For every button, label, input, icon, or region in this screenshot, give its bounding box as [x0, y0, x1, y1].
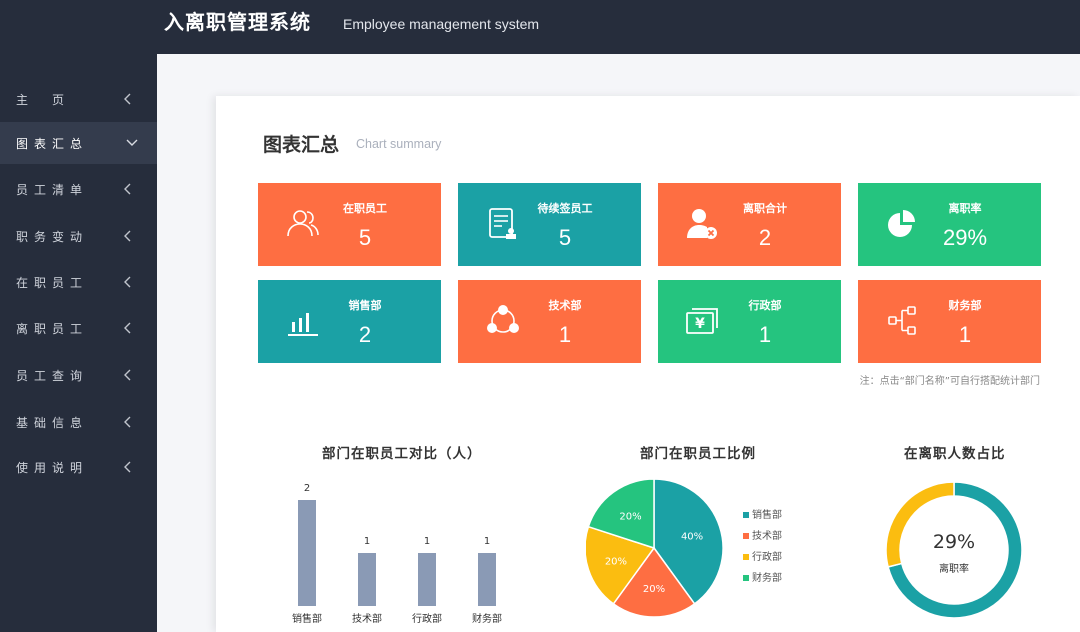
app-header: 入离职管理系统 Employee management system: [0, 0, 1080, 54]
bar-category-label: 技术部: [352, 612, 382, 625]
card-label: 财务部: [948, 299, 982, 312]
sidebar-item-label: 职务变动: [16, 230, 89, 244]
card-label: 销售部: [348, 299, 382, 312]
content-area: 图表汇总 Chart summary 在职员工 5 待续签员工 5 离职合计 2…: [157, 54, 1080, 632]
chevron-left-icon: [124, 230, 131, 242]
chevron-down-icon: [126, 139, 138, 146]
donut-chart: 29% 离职率: [885, 481, 1023, 619]
sidebar-item-employee-list[interactable]: 员工清单: [0, 168, 157, 210]
sidebar-item-chart-summary[interactable]: 图表汇总: [0, 122, 157, 164]
card-label: 离职率: [948, 202, 982, 215]
legend-swatch: [743, 554, 749, 560]
section-subtitle: Chart summary: [356, 137, 442, 151]
donut-segment-1: [885, 481, 955, 568]
card-label: 在职员工: [343, 202, 387, 215]
chart-title-donut: 在离职人数占比: [904, 446, 1006, 462]
pie-slice-label: 40%: [681, 532, 703, 543]
pie-chart: 40% 20% 20% 20% 销售部技术部行政部财务部: [586, 478, 782, 618]
card-dept-tech[interactable]: 技术部 1: [458, 280, 641, 363]
sidebar-item-label: 在职员工: [16, 276, 89, 290]
card-value: 2: [758, 225, 772, 250]
legend-swatch: [743, 533, 749, 539]
section-title: 图表汇总: [263, 134, 340, 156]
sidebar-item-basic-info[interactable]: 基础信息: [0, 401, 157, 443]
legend-label: 技术部: [752, 529, 782, 542]
bar-value-label: 1: [364, 536, 370, 547]
sidebar-item-departed-employees[interactable]: 离职员工: [0, 307, 157, 349]
bar-value-label: 2: [304, 483, 310, 494]
sidebar-item-label: 使用说明: [16, 461, 89, 475]
bar-chart: 2 销售部 1 技术部 1 行政部 1 财务部: [292, 483, 502, 625]
sidebar-item-active-employees[interactable]: 在职员工: [0, 261, 157, 303]
card-dept-admin[interactable]: ¥ 行政部 1: [658, 280, 841, 363]
legend-swatch: [743, 575, 749, 581]
legend-label: 销售部: [752, 508, 782, 521]
bar-category-label: 销售部: [292, 612, 322, 625]
chevron-left-icon: [124, 322, 131, 334]
card-value: 1: [558, 322, 572, 347]
sidebar-item-label: 员工查询: [16, 369, 89, 383]
bar-value-label: 1: [424, 536, 430, 547]
bar-3: [478, 553, 496, 606]
sidebar-item-position-change[interactable]: 职务变动: [0, 215, 157, 257]
sidebar-item-label: 图表汇总: [16, 137, 89, 151]
legend-label: 行政部: [752, 550, 782, 563]
pie-slice-label: 20%: [605, 556, 627, 567]
card-value: 2: [358, 322, 372, 347]
card-active-employees[interactable]: 在职员工 5: [258, 183, 441, 266]
app-title: 入离职管理系统: [164, 10, 311, 34]
pie-slice-label: 20%: [619, 512, 641, 523]
sidebar-item-label: 主 页: [16, 93, 71, 107]
chart-title-pie: 部门在职员工比例: [640, 446, 756, 462]
chevron-left-icon: [124, 416, 131, 428]
card-value: 29%: [942, 225, 988, 250]
card-label: 行政部: [748, 299, 782, 312]
card-dept-finance[interactable]: 财务部 1: [858, 280, 1041, 363]
donut-center-label: 离职率: [939, 562, 969, 575]
chevron-left-icon: [124, 183, 131, 195]
card-departures-total[interactable]: 离职合计 2: [658, 183, 841, 266]
app-subtitle: Employee management system: [343, 16, 540, 32]
card-value: 5: [558, 225, 572, 250]
legend-swatch: [743, 512, 749, 518]
card-turnover-rate[interactable]: 离职率 29%: [858, 183, 1041, 266]
card-dept-sales[interactable]: 销售部 2: [258, 280, 441, 363]
donut-center-value: 29%: [933, 531, 975, 553]
bar-2: [418, 553, 436, 606]
sidebar: 主 页 图表汇总 员工清单 职务变动 在职员工 离职员工 员工查询 基础信息 使…: [0, 54, 157, 632]
bar-1: [358, 553, 376, 606]
bar-value-label: 1: [484, 536, 490, 547]
sidebar-item-employee-search[interactable]: 员工查询: [0, 354, 157, 396]
sidebar-item-label: 员工清单: [16, 183, 89, 197]
card-value: 5: [358, 225, 372, 250]
card-label: 离职合计: [743, 202, 787, 215]
bar-0: [298, 500, 316, 606]
sidebar-item-label: 离职员工: [16, 322, 89, 336]
sidebar-item-instructions[interactable]: 使用说明: [0, 446, 157, 488]
summary-panel: 图表汇总 Chart summary 在职员工 5 待续签员工 5 离职合计 2…: [216, 96, 1080, 632]
legend-label: 财务部: [752, 571, 782, 584]
card-label: 待续签员工: [537, 202, 593, 215]
pie-slice-label: 20%: [643, 584, 665, 595]
card-value: 1: [958, 322, 972, 347]
card-label: 技术部: [548, 299, 582, 312]
card-value: 1: [758, 322, 772, 347]
dept-selection-note: 注：点击“部门名称”可自行搭配统计部门: [859, 376, 1040, 387]
bar-category-label: 财务部: [472, 612, 502, 625]
card-pending-renewal[interactable]: 待续签员工 5: [458, 183, 641, 266]
chevron-left-icon: [124, 93, 131, 105]
sidebar-item-label: 基础信息: [16, 416, 89, 430]
sidebar-item-home[interactable]: 主 页: [0, 78, 157, 120]
chevron-left-icon: [124, 276, 131, 288]
bar-category-label: 行政部: [412, 612, 442, 625]
chart-title-bar: 部门在职员工对比（人）: [322, 446, 482, 462]
chevron-left-icon: [124, 461, 131, 473]
chevron-left-icon: [124, 369, 131, 381]
